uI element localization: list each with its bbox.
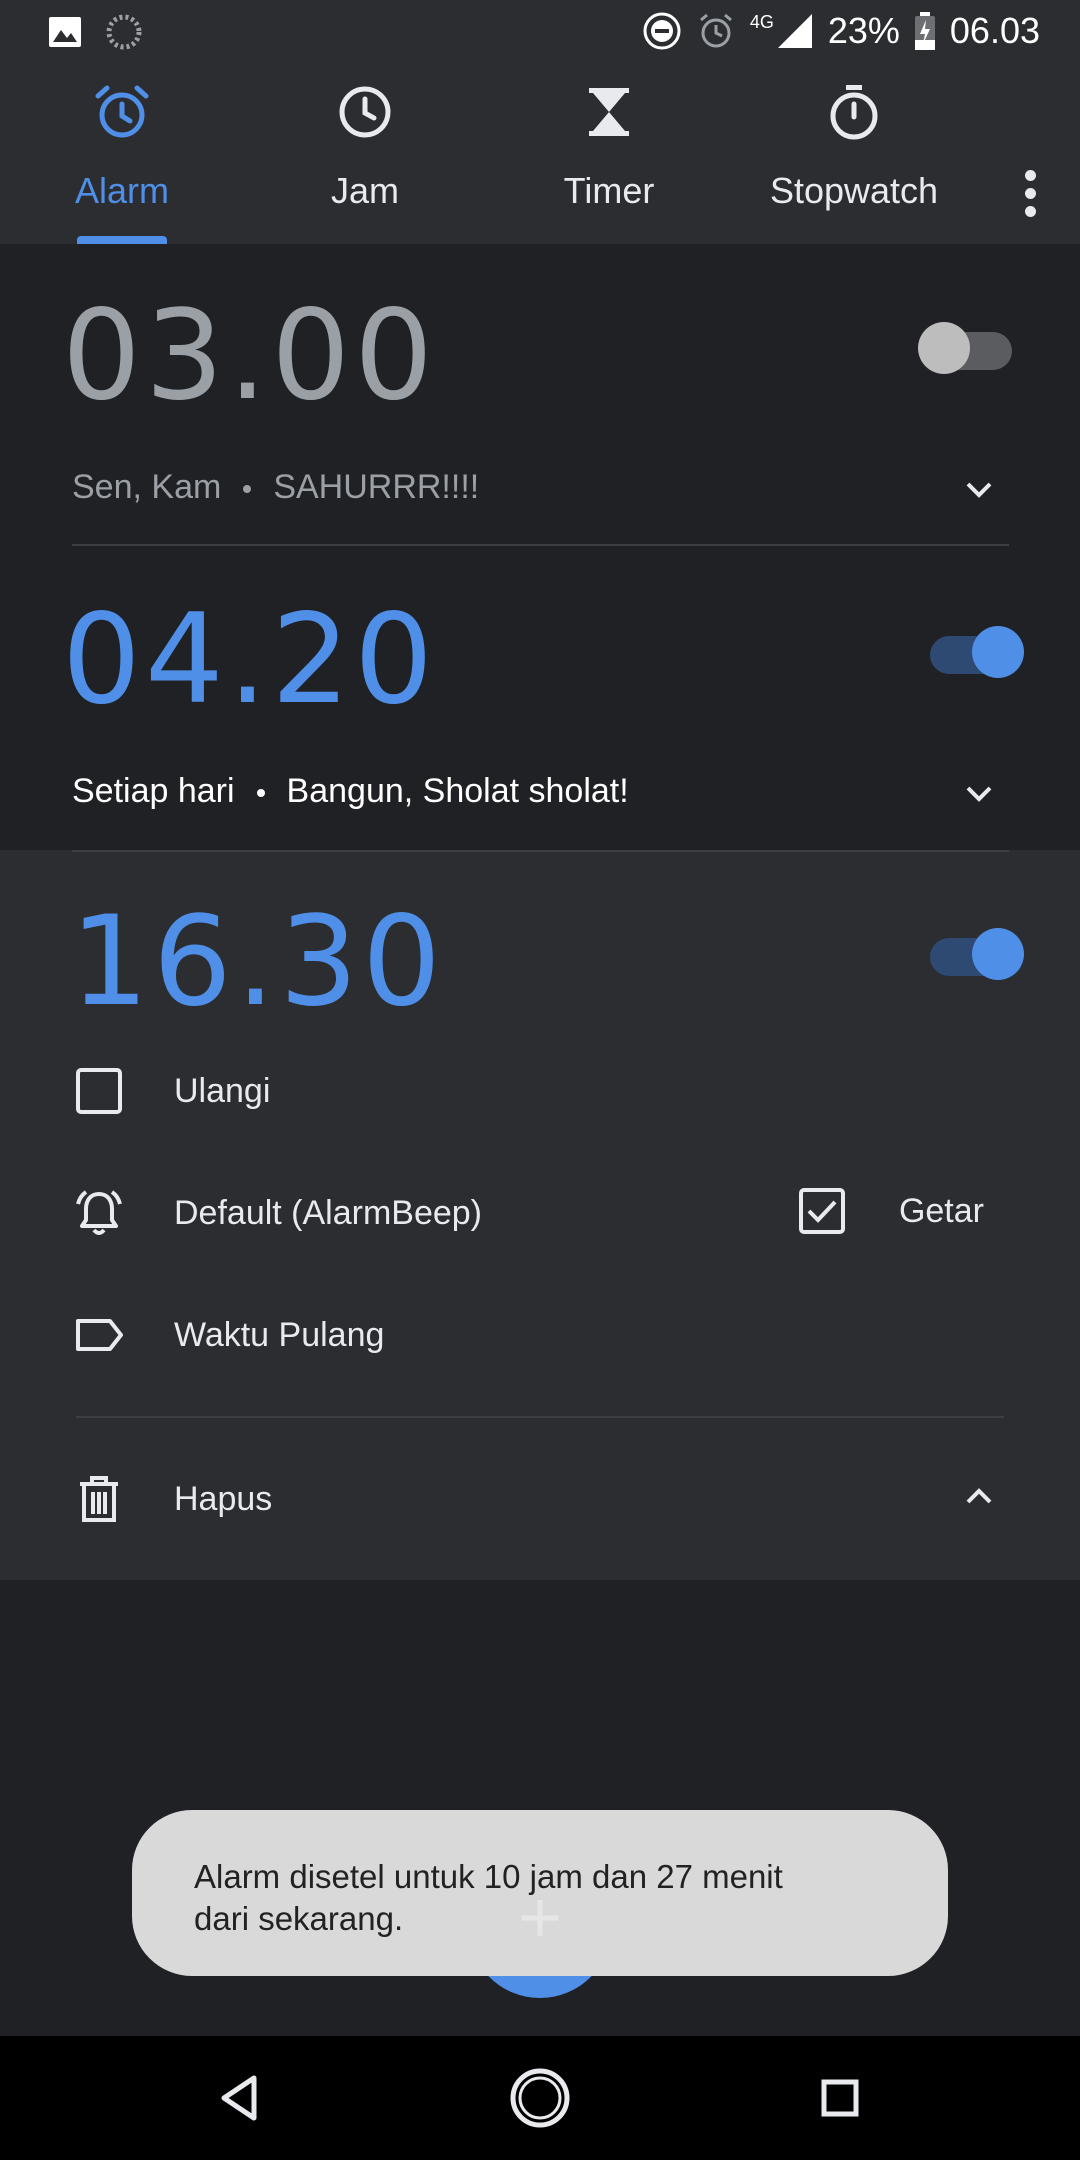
vibrate-option[interactable]: Getar	[797, 1186, 984, 1236]
delete-label: Hapus	[174, 1479, 273, 1518]
trash-icon	[80, 1476, 118, 1522]
alarm-toggle[interactable]	[930, 928, 1024, 980]
collapse-chevron-up-icon[interactable]	[964, 1482, 994, 1512]
alarm-toggle[interactable]	[930, 626, 1024, 678]
status-bar: 4G 23% 06.03	[0, 0, 1080, 62]
navigation-bar	[0, 2036, 1080, 2160]
alarm-days: Sen, Kam	[72, 468, 222, 506]
alarm-summary: Sen, Kam SAHURRR!!!!	[72, 468, 479, 507]
dnd-icon	[643, 12, 681, 50]
tab-label: Jam	[330, 170, 399, 211]
checkbox-unchecked-icon[interactable]	[72, 1064, 126, 1118]
alarm-icon	[699, 13, 732, 48]
alarm-card-expanded: 16.30 Ulangi Default (AlarmBeep) Getar W…	[0, 850, 1080, 1580]
divider	[76, 1416, 1004, 1418]
alarm-time[interactable]: 04.20	[62, 588, 437, 732]
alarm-time[interactable]: 16.30	[70, 890, 445, 1034]
separator-dot	[243, 485, 252, 494]
tab-label: Alarm	[74, 170, 169, 211]
toast-line-1: Alarm disetel untuk 10 jam dan 27 menit	[194, 1858, 783, 1895]
hourglass-icon	[589, 88, 629, 136]
battery-charging-icon	[914, 12, 935, 50]
label-tag-icon	[76, 1319, 123, 1351]
home-icon[interactable]	[506, 2064, 574, 2132]
network-type: 4G	[749, 11, 774, 32]
vibrate-label: Getar	[898, 1191, 984, 1230]
plus-icon	[522, 1900, 558, 1936]
sync-icon	[106, 14, 142, 50]
repeat-option[interactable]: Ulangi	[72, 1064, 270, 1118]
ringtone-label: Default (AlarmBeep)	[174, 1193, 483, 1232]
separator-dot	[256, 789, 265, 798]
repeat-label: Ulangi	[174, 1071, 271, 1110]
signal-icon	[777, 14, 812, 48]
clock-app-screen: 4G 23% 06.03 Alarm Jam Timer Stopwatch 0…	[0, 0, 1080, 2160]
overflow-menu-icon[interactable]	[1020, 170, 1040, 220]
alarm-label: SAHURRR!!!!	[273, 468, 480, 506]
alarm-summary: Setiap hari Bangun, Sholat sholat!	[72, 772, 629, 811]
back-icon[interactable]	[206, 2064, 274, 2132]
tab-jam[interactable]: Jam	[245, 82, 485, 244]
alarm-time[interactable]: 03.00	[62, 284, 437, 428]
status-time: 06.03	[949, 10, 1040, 51]
ringtone-option[interactable]: Default (AlarmBeep)	[72, 1186, 482, 1240]
tab-label: Timer	[563, 170, 655, 211]
expand-chevron-down-icon[interactable]	[964, 778, 994, 808]
bell-ring-icon	[76, 1190, 122, 1235]
tab-alarm[interactable]: Alarm	[2, 82, 242, 244]
delete-option[interactable]: Hapus	[72, 1472, 272, 1526]
alarm-days: Setiap hari	[72, 772, 235, 810]
divider	[72, 544, 1009, 546]
stopwatch-icon	[830, 85, 878, 140]
recents-icon[interactable]	[806, 2064, 874, 2132]
alarm-clock-icon	[95, 85, 149, 138]
alarm-label: Bangun, Sholat sholat!	[286, 772, 629, 810]
tab-stopwatch[interactable]: Stopwatch	[734, 82, 974, 244]
alarm-card-1[interactable]: 03.00 Sen, Kam SAHURRR!!!! 04.20 Setiap h…	[0, 244, 1080, 850]
tab-bar: Alarm Jam Timer Stopwatch	[0, 62, 1080, 244]
tab-timer[interactable]: Timer	[489, 82, 729, 244]
clock-icon	[339, 86, 391, 138]
tab-label: Stopwatch	[769, 170, 939, 211]
gallery-icon	[49, 17, 81, 47]
divider	[72, 850, 1009, 852]
checkbox-checked-icon[interactable]	[797, 1186, 847, 1236]
active-tab-indicator	[77, 236, 167, 244]
expand-chevron-down-icon[interactable]	[964, 474, 994, 504]
snackbar-toast: Alarm disetel untuk 10 jam dan 27 menit …	[132, 1810, 948, 1976]
alarm-label: Waktu Pulang	[174, 1315, 385, 1354]
label-option[interactable]: Waktu Pulang	[72, 1308, 384, 1362]
battery-percent: 23%	[827, 10, 900, 51]
alarm-toggle[interactable]	[918, 322, 1012, 374]
